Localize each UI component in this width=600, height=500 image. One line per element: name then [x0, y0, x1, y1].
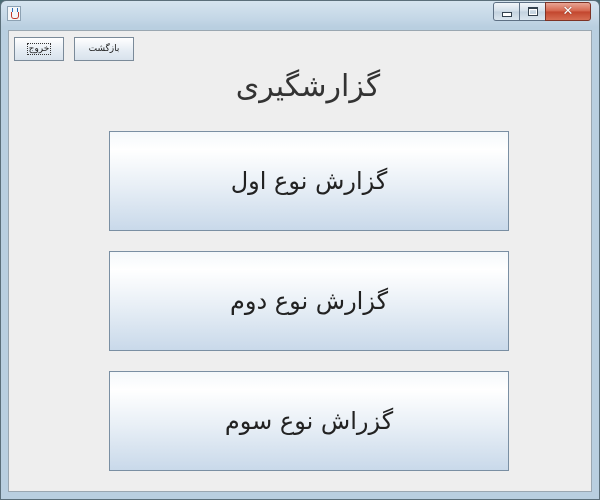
- content-panel: خروج بازگشت گزارشگیری گزارش نوع اول گزار…: [8, 30, 592, 492]
- report-type-1-label: گزارش نوع اول: [230, 167, 388, 195]
- back-button[interactable]: بازگشت: [74, 37, 134, 61]
- back-button-label: بازگشت: [88, 44, 120, 54]
- minimize-button[interactable]: [493, 2, 519, 21]
- window-controls: ✕: [493, 2, 591, 21]
- exit-button-label: خروج: [26, 43, 52, 55]
- java-icon[interactable]: [7, 6, 21, 21]
- maximize-icon: [527, 7, 538, 16]
- app-window: ✕ خروج بازگشت گزارشگیری گزارش نوع اول گز…: [0, 0, 600, 500]
- close-icon: ✕: [562, 4, 574, 19]
- title-bar[interactable]: ✕: [1, 1, 599, 27]
- minimize-icon: [501, 12, 512, 17]
- report-type-2-button[interactable]: گزارش نوع دوم: [109, 251, 509, 351]
- report-type-3-label: گزراش نوع سوم: [224, 407, 394, 435]
- exit-button[interactable]: خروج: [14, 37, 64, 61]
- maximize-button[interactable]: [519, 2, 545, 21]
- report-type-2-label: گزارش نوع دوم: [230, 287, 389, 315]
- report-type-1-button[interactable]: گزارش نوع اول: [109, 131, 509, 231]
- report-type-3-button[interactable]: گزراش نوع سوم: [109, 371, 509, 471]
- close-button[interactable]: ✕: [545, 2, 591, 21]
- page-title: گزارشگیری: [235, 69, 381, 104]
